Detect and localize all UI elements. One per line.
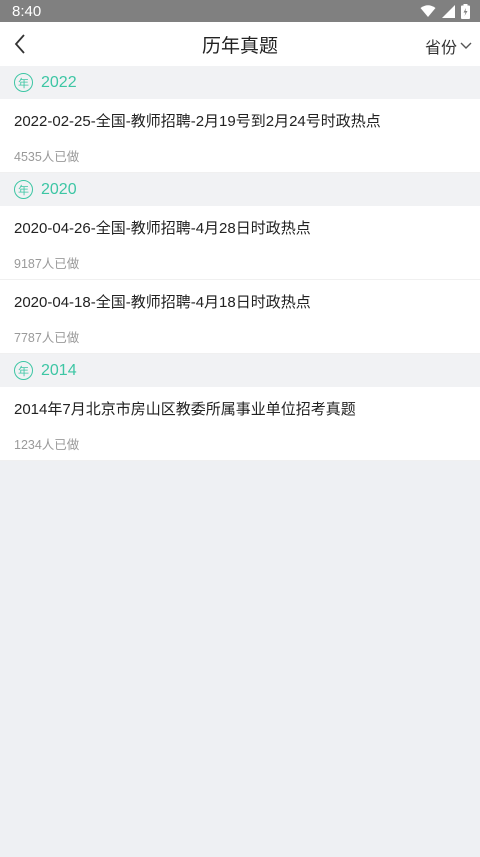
list-item[interactable]: 2020-04-18-全国-教师招聘-4月18日时政热点 7787人已做: [0, 280, 480, 354]
exam-title: 2020-04-26-全国-教师招聘-4月28日时政热点: [14, 220, 311, 237]
year-header-2014: 年 2014: [0, 354, 480, 387]
year-icon: 年: [14, 180, 33, 199]
page-title: 历年真题: [201, 34, 278, 57]
year-header-2022: 年 2022: [0, 66, 480, 99]
signal-icon: [442, 4, 455, 18]
exam-title: 2022-02-25-全国-教师招聘-2月19号到2月24号时政热点: [14, 113, 381, 130]
wifi-icon: [420, 4, 436, 17]
battery-icon: [461, 3, 470, 19]
year-icon: 年: [14, 361, 33, 380]
list-item[interactable]: 2020-04-26-全国-教师招聘-4月28日时政热点 9187人已做: [0, 206, 480, 280]
status-bar: 8:40: [0, 0, 480, 22]
status-icons: [420, 3, 470, 19]
year-icon: 年: [14, 73, 33, 92]
province-dropdown[interactable]: 省份: [425, 34, 472, 58]
year-label: 2020: [41, 180, 77, 198]
list-item[interactable]: 2022-02-25-全国-教师招聘-2月19号到2月24号时政热点 4535人…: [0, 99, 480, 173]
exam-title: 2014年7月北京市房山区教委所属事业单位招考真题: [14, 401, 356, 418]
done-count: 9187人已做: [14, 257, 80, 271]
chevron-left-icon: [14, 34, 25, 54]
list-item[interactable]: 2014年7月北京市房山区教委所属事业单位招考真题 1234人已做: [0, 387, 480, 461]
chevron-down-icon: [460, 42, 472, 49]
year-header-2020: 年 2020: [0, 173, 480, 206]
top-app-bar: 历年真题 省份: [0, 22, 480, 66]
exam-list: 年 2022 2022-02-25-全国-教师招聘-2月19号到2月24号时政热…: [0, 66, 480, 461]
done-count: 7787人已做: [14, 331, 80, 345]
province-label: 省份: [424, 38, 457, 57]
status-time: 8:40: [12, 2, 42, 20]
exam-title: 2020-04-18-全国-教师招聘-4月18日时政热点: [14, 294, 311, 311]
done-count: 1234人已做: [14, 438, 80, 452]
year-label: 2014: [41, 361, 77, 379]
year-label: 2022: [41, 73, 77, 91]
done-count: 4535人已做: [14, 150, 80, 164]
back-button[interactable]: [6, 30, 34, 58]
